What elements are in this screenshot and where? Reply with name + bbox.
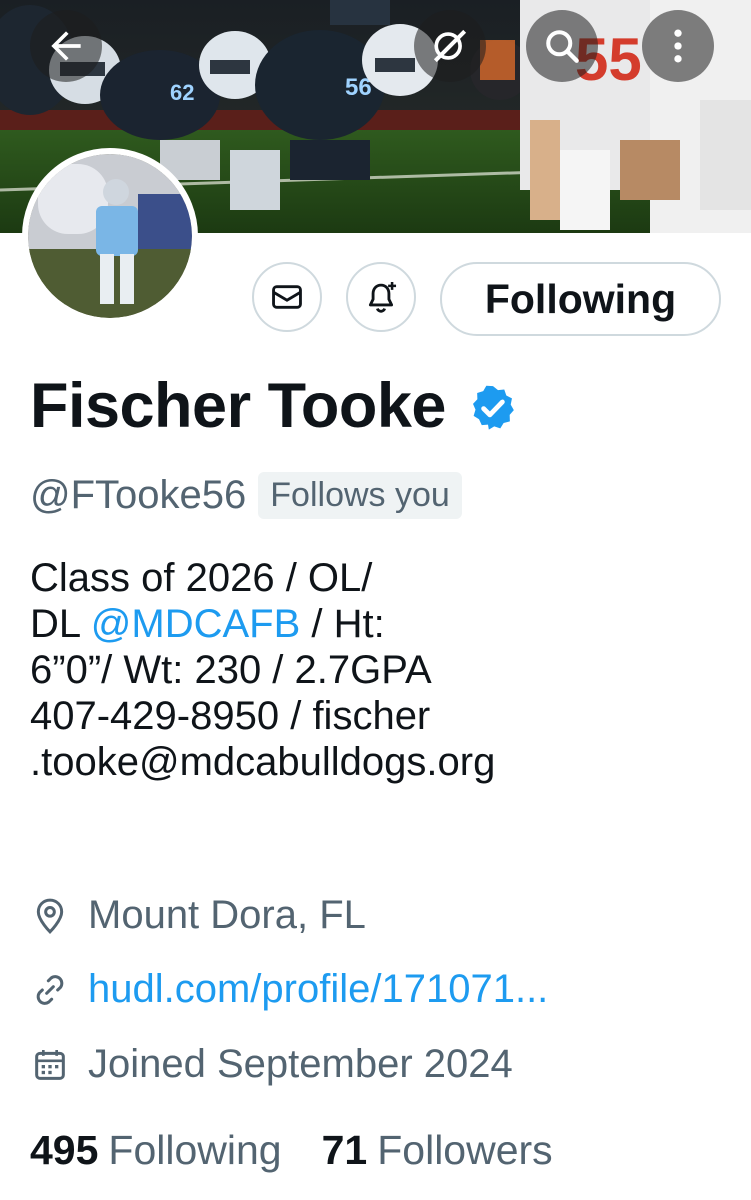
following-stat[interactable]: 495 Following [30, 1127, 282, 1174]
back-button[interactable] [30, 10, 102, 82]
following-count: 495 [30, 1127, 99, 1173]
bio-line: .tooke@mdcabulldogs.org [30, 740, 496, 784]
followers-label: Followers [377, 1127, 553, 1173]
avatar-image [28, 154, 192, 318]
verified-badge-icon[interactable] [468, 383, 518, 433]
name-row: Fischer Tooke [30, 370, 518, 442]
mail-icon [272, 285, 302, 309]
notify-button[interactable] [346, 262, 416, 332]
followers-stat[interactable]: 71 Followers [322, 1127, 553, 1174]
mention-link[interactable]: @MDCAFB [91, 602, 301, 646]
grok-icon [433, 29, 467, 63]
more-vertical-icon [674, 29, 682, 63]
website-row: hudl.com/profile/171071... [30, 967, 548, 1012]
followers-count: 71 [321, 1127, 368, 1173]
bio-line: 407-429-8950 / fischer [30, 694, 431, 738]
calendar-icon [35, 1049, 65, 1080]
message-button[interactable] [252, 262, 322, 332]
display-name: Fischer Tooke [30, 371, 446, 441]
joined-row: Joined September 2024 [30, 1042, 513, 1087]
bio-line: DL @MDCAFB / Ht: [30, 601, 720, 647]
handle: @FTooke56 [30, 473, 247, 517]
svg-text:62: 62 [170, 80, 194, 105]
follows-you-badge: Follows you [258, 472, 462, 519]
joined-text: Joined September 2024 [88, 1042, 513, 1086]
follow-stats: 495 Following 71 Followers [30, 1127, 553, 1174]
handle-row: @FTooke56 Follows you [30, 472, 462, 519]
following-button[interactable]: Following [440, 262, 721, 336]
arrow-left-icon [51, 31, 81, 61]
search-button[interactable] [526, 10, 598, 82]
bio-text: DL [30, 602, 91, 646]
search-icon [546, 30, 579, 63]
more-button[interactable] [642, 10, 714, 82]
location-row: Mount Dora, FL [30, 893, 366, 938]
location-pin-icon [36, 898, 64, 934]
avatar[interactable] [22, 148, 198, 324]
website-link[interactable]: hudl.com/profile/171071... [88, 967, 548, 1012]
bell-plus-icon [368, 281, 397, 313]
grok-button[interactable] [414, 10, 486, 82]
link-icon [36, 974, 64, 1005]
bio-line: 6”0”/ Wt: 230 / 2.7GPA [30, 648, 432, 692]
following-label: Following [108, 1127, 282, 1173]
location-text: Mount Dora, FL [88, 893, 366, 937]
bio-line: Class of 2026 / OL/ [30, 556, 373, 600]
bio: Class of 2026 / OL/ DL @MDCAFB / Ht: 6”0… [30, 555, 720, 785]
bio-text: / Ht: [300, 602, 385, 646]
